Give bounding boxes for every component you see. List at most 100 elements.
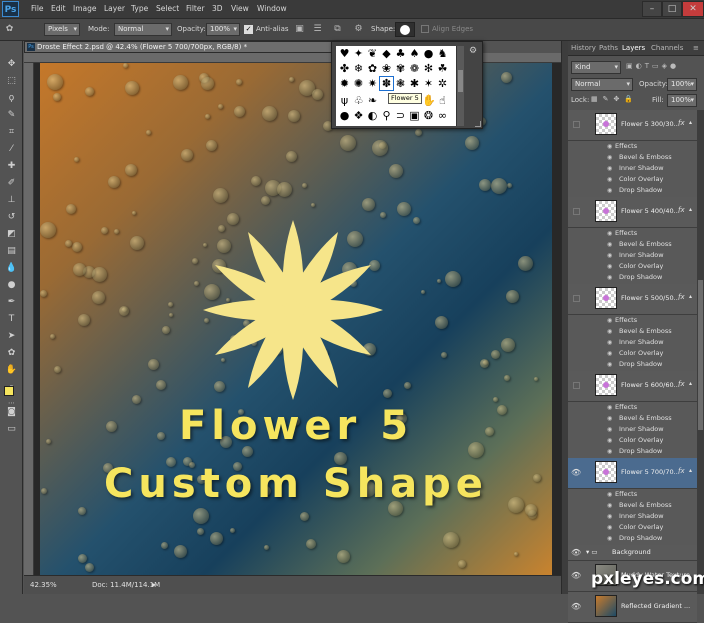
shape-tag-icon[interactable]: ⊃: [394, 109, 407, 122]
shape-footprint-icon[interactable]: ●: [338, 109, 351, 122]
quick-select-tool-icon[interactable]: ✎: [4, 108, 19, 122]
blend-mode-select[interactable]: Normal: [114, 23, 172, 36]
effect-eye-icon[interactable]: ◉: [607, 511, 612, 522]
eye-icon[interactable]: 👁: [571, 548, 581, 558]
shape-leaf-icon[interactable]: ♠: [408, 47, 421, 60]
lasso-tool-icon[interactable]: ϙ: [4, 91, 19, 105]
foreground-color-swatch[interactable]: [4, 386, 14, 396]
brush-tool-icon[interactable]: ✐: [4, 176, 19, 190]
effect-eye-icon[interactable]: ◉: [607, 250, 612, 261]
effect-eye-icon[interactable]: ◉: [607, 272, 612, 283]
effect-item[interactable]: ◉ Bevel & Emboss: [568, 239, 697, 250]
gradient-tool-icon[interactable]: ▤: [4, 244, 19, 258]
dodge-tool-icon[interactable]: ●: [4, 278, 19, 292]
visibility-toggle[interactable]: [573, 295, 580, 302]
menu-select[interactable]: Select: [156, 3, 179, 15]
menu-edit[interactable]: Edit: [51, 3, 66, 15]
shape-hand-2-icon[interactable]: ☝: [436, 94, 449, 107]
effect-item[interactable]: ◉ Bevel & Emboss: [568, 500, 697, 511]
filter-icons[interactable]: ▣◐T▭◈●: [626, 62, 696, 73]
effect-eye-icon[interactable]: ◉: [607, 163, 612, 174]
shape-grass-icon[interactable]: ✶: [422, 77, 435, 90]
opacity-field[interactable]: 100%: [206, 23, 240, 36]
shape-heart-icon[interactable]: ♥: [338, 47, 351, 60]
visibility-toggle[interactable]: [573, 208, 580, 215]
layer-opacity-field[interactable]: 100%: [667, 78, 697, 91]
tab-history[interactable]: History: [571, 44, 596, 52]
effects-eye-icon[interactable]: ◉: [607, 228, 612, 239]
tool-mode-select[interactable]: Pixels: [44, 23, 80, 36]
effect-item[interactable]: ◉ Bevel & Emboss: [568, 326, 697, 337]
eye-icon[interactable]: 👁: [571, 468, 581, 478]
visibility-toggle[interactable]: [573, 121, 580, 128]
shape-snowflake-icon[interactable]: ❄: [352, 62, 365, 75]
document-tab[interactable]: Ps Droste Effect 2.psd @ 42.4% (Flower 5…: [24, 41, 332, 53]
healing-brush-tool-icon[interactable]: ✚: [4, 159, 19, 173]
effect-eye-icon[interactable]: ◉: [607, 435, 612, 446]
shape-picker-gear-icon[interactable]: ⚙: [467, 45, 479, 57]
shape-cube-icon[interactable]: ▣: [408, 109, 421, 122]
custom-shape-tool-icon[interactable]: ✿: [4, 346, 19, 360]
gear-icon[interactable]: ⚙: [352, 23, 365, 36]
shape-foot-icon[interactable]: ◐: [366, 109, 379, 122]
align-edges-checkbox[interactable]: [421, 25, 429, 33]
path-selection-tool-icon[interactable]: ➤: [4, 329, 19, 343]
shape-cog-icon[interactable]: ✷: [366, 77, 379, 90]
lock-icons[interactable]: ▦✎✥🔒: [591, 95, 646, 106]
menu-view[interactable]: View: [231, 3, 249, 15]
menu-filter[interactable]: Filter: [186, 3, 205, 15]
shape-maple-leaf-icon[interactable]: ✤: [338, 62, 351, 75]
shape-blob-icon[interactable]: ☘: [436, 62, 449, 75]
shape-rabbit-icon[interactable]: ♣: [394, 47, 407, 60]
effects-eye-icon[interactable]: ◉: [607, 402, 612, 413]
screen-mode-icon[interactable]: ▭: [4, 422, 19, 436]
effect-item[interactable]: ◉ Drop Shadow: [568, 272, 697, 283]
expand-effects-icon[interactable]: ▴: [689, 293, 692, 300]
minimize-button[interactable]: –: [642, 1, 662, 17]
layer-row[interactable]: 👁 Flower 5 700/70... fx ▴: [568, 458, 697, 489]
blur-tool-icon[interactable]: 💧: [4, 261, 19, 275]
shape-grass-2-icon[interactable]: ψ: [338, 94, 351, 107]
effect-eye-icon[interactable]: ◉: [607, 424, 612, 435]
layers-scroll-thumb[interactable]: [698, 280, 703, 430]
path-arrangement-icon[interactable]: ⧉: [331, 23, 344, 36]
layer-blend-mode-select[interactable]: Normal: [571, 78, 633, 91]
fill-field[interactable]: 100%: [667, 94, 697, 107]
status-menu-arrow-icon[interactable]: ▸: [152, 580, 156, 589]
layer-row[interactable]: Flower 5 500/50... fx ▴: [568, 284, 697, 315]
effect-item[interactable]: ◉ Drop Shadow: [568, 359, 697, 370]
effect-item[interactable]: ◉ Color Overlay: [568, 348, 697, 359]
effect-eye-icon[interactable]: ◉: [607, 174, 612, 185]
shape-flower-6-icon[interactable]: ❃: [394, 77, 407, 90]
shape-flower-5-icon[interactable]: ✽: [379, 76, 394, 91]
effect-item[interactable]: ◉ Inner Shadow: [568, 424, 697, 435]
shape-starburst-icon[interactable]: ✺: [352, 77, 365, 90]
effects-eye-icon[interactable]: ◉: [607, 489, 612, 500]
antialias-checkbox[interactable]: ✓: [244, 25, 253, 34]
shape-leaves-icon[interactable]: ❧: [366, 94, 379, 107]
tab-paths[interactable]: Paths: [599, 44, 618, 52]
effect-eye-icon[interactable]: ◉: [607, 152, 612, 163]
expand-effects-icon[interactable]: ▴: [689, 206, 692, 213]
crop-tool-icon[interactable]: ⌗: [4, 125, 19, 139]
shape-picker-scroll-thumb[interactable]: [458, 70, 463, 92]
fx-icon[interactable]: fx: [678, 206, 685, 214]
close-button[interactable]: ✕: [682, 1, 704, 17]
expand-effects-icon[interactable]: ▴: [689, 119, 692, 126]
shape-paw-icon[interactable]: ❖: [352, 109, 365, 122]
shape-hand-icon[interactable]: ✋: [422, 94, 436, 107]
panel-menu-icon[interactable]: ≡: [693, 44, 699, 52]
marquee-tool-icon[interactable]: ⬚: [4, 74, 19, 88]
expand-effects-icon[interactable]: ▴: [689, 467, 692, 474]
effect-item[interactable]: ◉ Color Overlay: [568, 522, 697, 533]
expand-effects-icon[interactable]: ▴: [689, 380, 692, 387]
effect-item[interactable]: ◉ Drop Shadow: [568, 446, 697, 457]
effect-eye-icon[interactable]: ◉: [607, 239, 612, 250]
menu-file[interactable]: File: [31, 3, 44, 15]
shape-bird-icon[interactable]: ❦: [366, 47, 379, 60]
effect-item[interactable]: ◉ Drop Shadow: [568, 533, 697, 544]
shape-infinity-icon[interactable]: ∞: [436, 109, 449, 122]
menu-layer[interactable]: Layer: [104, 3, 125, 15]
effect-eye-icon[interactable]: ◉: [607, 359, 612, 370]
pen-tool-icon[interactable]: ✒: [4, 295, 19, 309]
